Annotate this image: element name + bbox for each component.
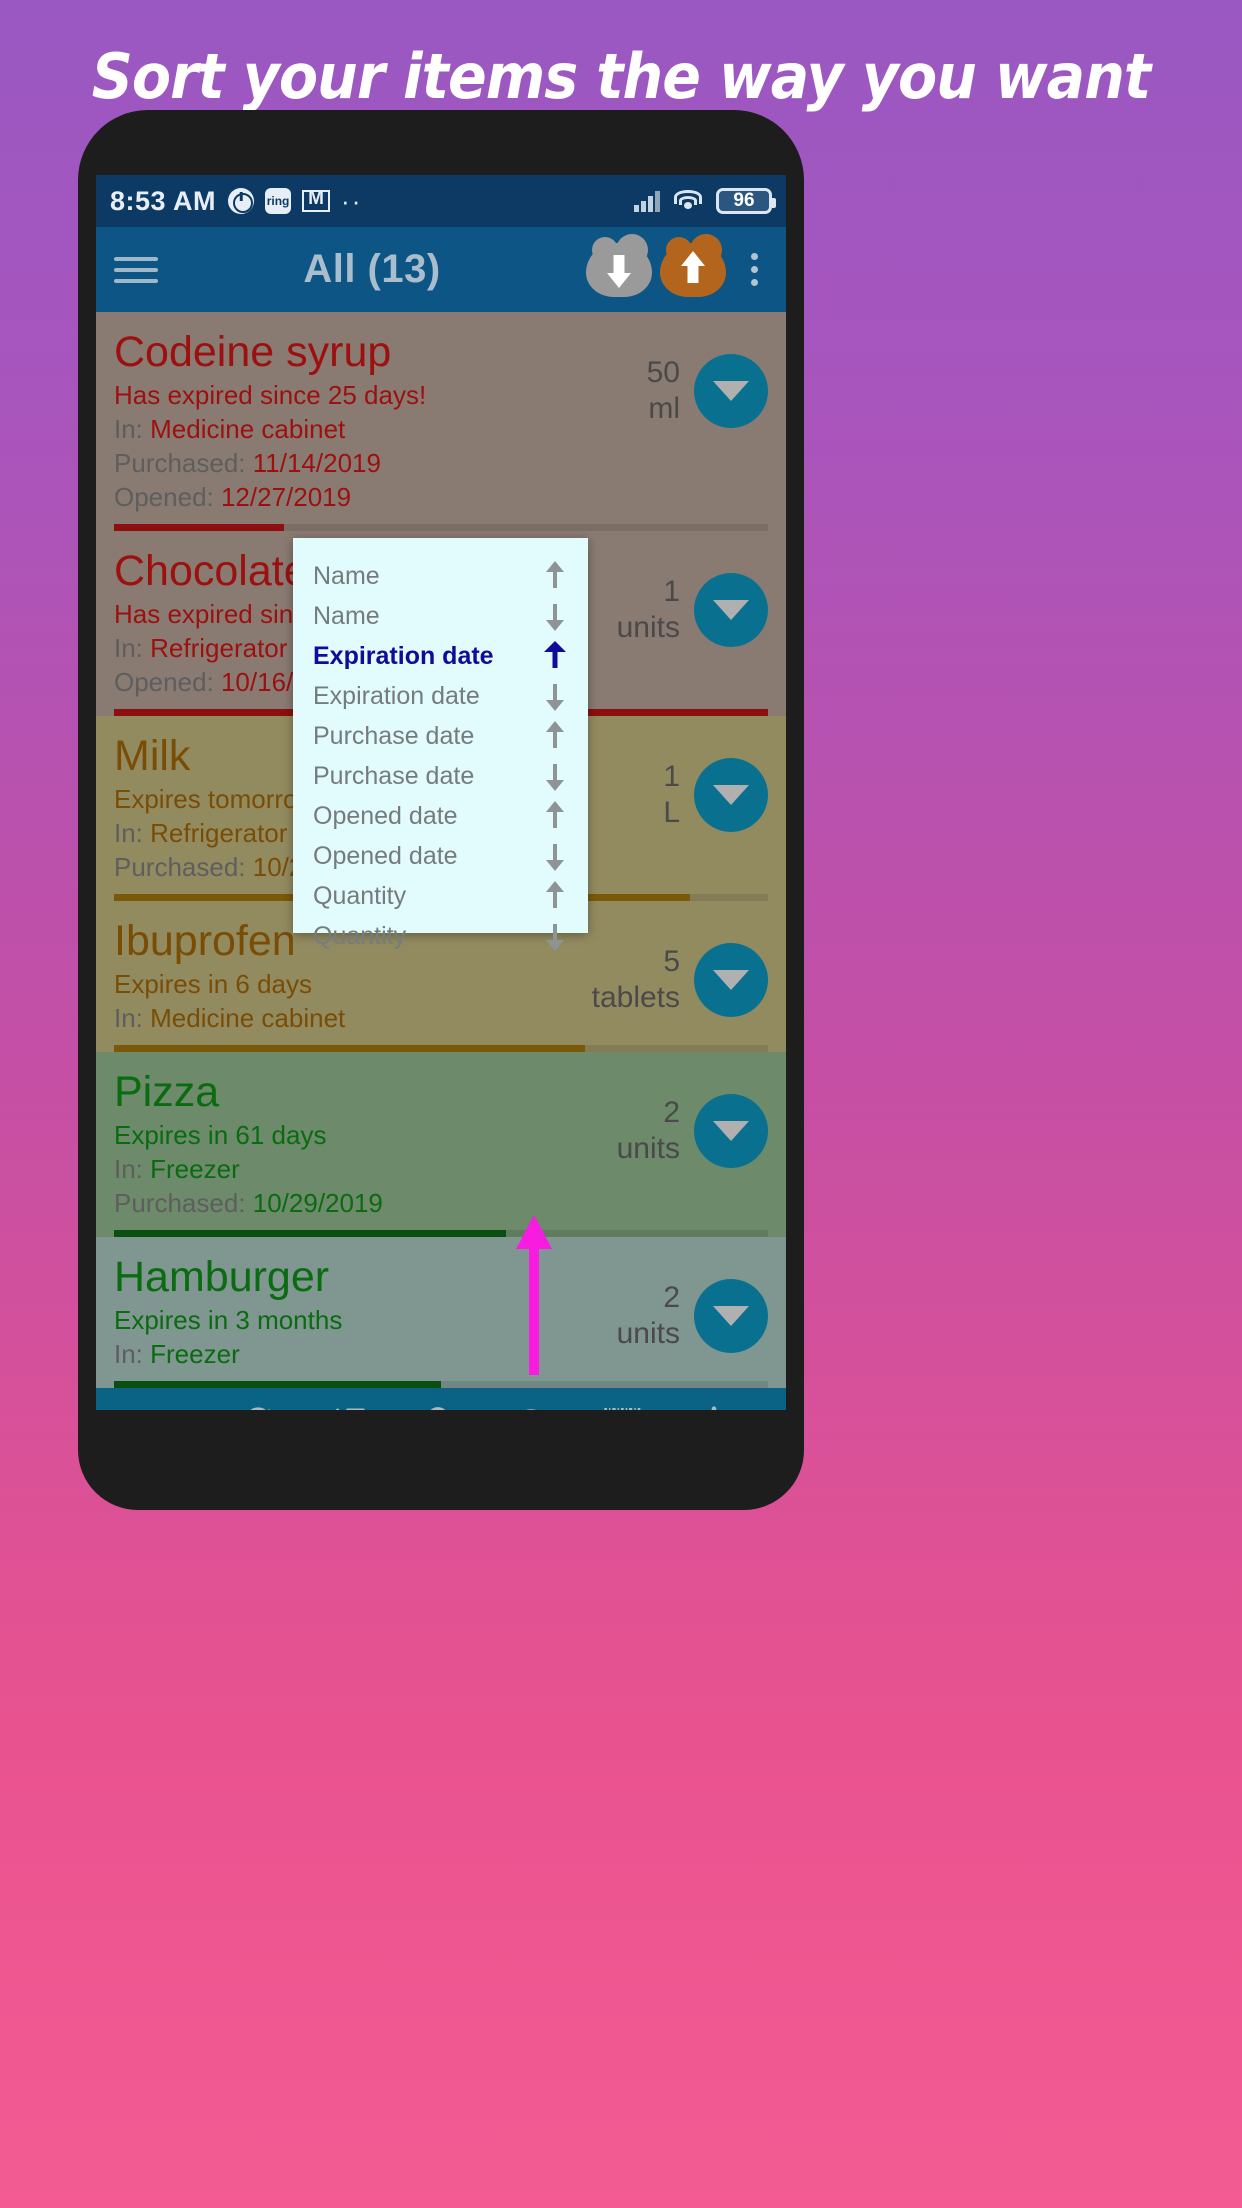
refresh-icon[interactable]	[239, 1403, 277, 1410]
sort-option-label: Opened date	[313, 841, 458, 870]
item-quantity: 2 units	[616, 1281, 680, 1350]
item-quantity: 1L	[663, 760, 680, 829]
item-expand-button[interactable]	[694, 943, 768, 1017]
sort-option-label: Name	[313, 601, 380, 630]
sort-icon[interactable]	[330, 1403, 368, 1410]
list-item[interactable]: Hamburger Expires in 3 months In: Freezer…	[96, 1237, 786, 1388]
item-location: In: Medicine cabinet	[114, 414, 346, 444]
item-expand-button[interactable]	[694, 758, 768, 832]
sort-option-name-up[interactable]: Name	[293, 556, 588, 596]
sort-option-label: Name	[313, 561, 380, 590]
item-expand-button[interactable]	[694, 573, 768, 647]
add-icon[interactable]	[695, 1403, 733, 1410]
item-progress-bar	[114, 1045, 768, 1052]
eye-icon[interactable]	[512, 1403, 550, 1410]
status-bar-time: 8:53 AM	[110, 185, 217, 216]
cloud-upload-icon[interactable]	[660, 233, 726, 297]
status-bar-notification-icons: ring ··	[228, 188, 362, 214]
item-location: In: Medicine cabinet	[114, 1003, 346, 1033]
item-name: Codeine syrup	[114, 328, 392, 376]
arrow-down-icon	[542, 919, 568, 953]
power-icon	[228, 188, 255, 214]
battery-level-label: 96	[733, 190, 755, 211]
sort-option-quantity-up[interactable]: Quantity	[293, 876, 588, 916]
arrow-up-icon	[542, 719, 568, 753]
arrow-down-icon	[542, 759, 568, 793]
sort-option-expiration-date-up[interactable]: Expiration date	[293, 636, 588, 676]
item-quantity: 5 tablets	[591, 945, 680, 1014]
sort-option-label: Purchase date	[313, 761, 475, 790]
item-status: Expires in 61 days	[114, 1120, 327, 1150]
more-dots-icon: ··	[341, 186, 363, 216]
arrow-down-icon	[542, 599, 568, 633]
arrow-up-icon	[542, 559, 568, 593]
item-status: Has expired since 25 days!	[114, 380, 427, 410]
status-bar-system-icons: 96	[634, 188, 776, 214]
sort-option-expiration-date-down[interactable]: Expiration date	[293, 676, 588, 716]
item-status: Expires in 6 days	[114, 969, 312, 999]
item-progress-bar	[114, 524, 768, 531]
hamburger-menu-icon[interactable]	[114, 246, 158, 294]
item-progress-bar	[114, 1230, 768, 1237]
ring-icon: ring	[265, 188, 292, 214]
arrow-up-icon	[542, 799, 568, 833]
item-name: Pizza	[114, 1068, 220, 1116]
app-bar: All (13)	[96, 227, 786, 312]
app-bar-title: All (13)	[303, 247, 441, 291]
sort-option-label: Expiration date	[313, 681, 480, 710]
status-bar: 8:53 AM ring ·· 96	[96, 175, 786, 227]
item-expand-button[interactable]	[694, 1279, 768, 1353]
phone-screen: 8:53 AM ring ·· 96 All (13)	[96, 175, 786, 1410]
page-title: Sort your items the way you want	[91, 40, 1152, 113]
sort-option-quantity-down[interactable]: Quantity	[293, 916, 588, 956]
item-location: In: Freezer	[114, 1154, 240, 1184]
item-purchased: Purchased: 11/14/2019	[114, 448, 381, 478]
sort-dialog[interactable]: Name Name Expiration date Expiration dat…	[293, 538, 588, 951]
item-quantity: 50 ml	[646, 356, 680, 425]
wifi-icon	[673, 190, 703, 212]
phone-frame: 8:53 AM ring ·· 96 All (13)	[78, 110, 804, 1510]
list-item[interactable]: Pizza Expires in 61 days In: Freezer Purch…	[96, 1052, 786, 1237]
arrow-up-icon	[542, 639, 568, 673]
item-opened: Opened: 12/27/2019	[114, 482, 352, 512]
arrow-down-icon	[542, 679, 568, 713]
battery-icon: 96	[716, 188, 776, 214]
sort-option-label: Expiration date	[313, 641, 494, 670]
cloud-download-icon[interactable]	[586, 233, 652, 297]
sort-option-label: Quantity	[313, 921, 407, 950]
item-expand-button[interactable]	[694, 354, 768, 428]
sort-option-opened-date-down[interactable]: Opened date	[293, 836, 588, 876]
overflow-menu-icon[interactable]	[734, 253, 768, 286]
sort-option-opened-date-up[interactable]: Opened date	[293, 796, 588, 836]
sort-option-label: Purchase date	[313, 721, 475, 750]
list-item[interactable]: Codeine syrup Has expired since 25 days!…	[96, 312, 786, 531]
pointer-arrow	[516, 1215, 552, 1375]
search-icon[interactable]	[421, 1403, 459, 1410]
arrow-down-icon	[542, 839, 568, 873]
item-progress-bar	[114, 1381, 768, 1388]
gmail-icon	[302, 188, 331, 212]
barcode-icon[interactable]	[603, 1403, 643, 1410]
item-expand-button[interactable]	[694, 1094, 768, 1168]
arrow-up-icon	[542, 879, 568, 913]
sort-option-purchase-date-down[interactable]: Purchase date	[293, 756, 588, 796]
sort-option-name-down[interactable]: Name	[293, 596, 588, 636]
signal-icon	[634, 190, 660, 212]
item-quantity: 2 units	[616, 1096, 680, 1165]
back-icon[interactable]	[148, 1403, 186, 1410]
sort-option-label: Quantity	[313, 881, 407, 910]
bottom-toolbar	[96, 1388, 786, 1410]
sort-option-label: Opened date	[313, 801, 458, 830]
sort-option-purchase-date-up[interactable]: Purchase date	[293, 716, 588, 756]
item-quantity: 1 units	[616, 575, 680, 644]
